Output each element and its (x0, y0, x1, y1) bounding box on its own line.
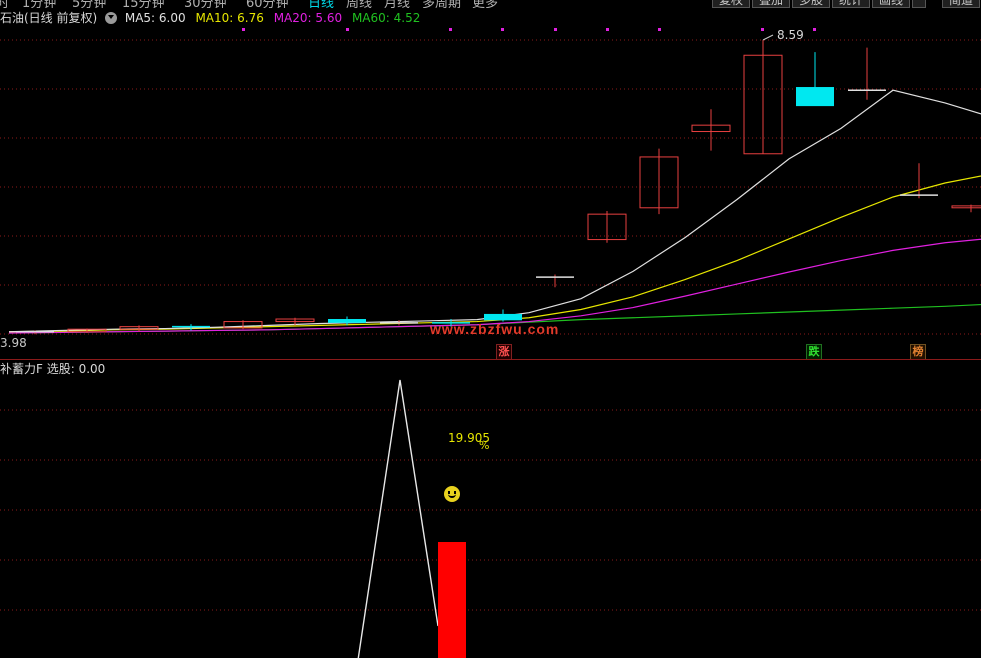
signal-dot (658, 28, 661, 31)
ma10-line (8, 175, 981, 333)
indicator-bar (438, 542, 466, 658)
signal-dot (761, 28, 764, 31)
candle-body-down (796, 87, 834, 107)
smiley-icon (444, 486, 460, 502)
indicator-chart[interactable] (0, 360, 981, 658)
signal-dot (501, 28, 504, 31)
candle-body-down (484, 313, 522, 321)
signal-dot (606, 28, 609, 31)
die-badge[interactable]: 跌 (806, 344, 822, 360)
zhang-badge[interactable]: 涨 (496, 344, 512, 360)
high-pointer (762, 34, 774, 41)
signal-dot (346, 28, 349, 31)
price-chart[interactable]: 8.59 (0, 0, 981, 350)
signal-dot (813, 28, 816, 31)
ma5-line (8, 89, 981, 333)
signal-dot (554, 28, 557, 31)
candle-body-down (328, 319, 366, 323)
price-low-label: 3.98 (0, 336, 27, 350)
bang-badge[interactable]: 榜 (910, 344, 926, 360)
indicator-line (357, 379, 439, 658)
indicator-unit-label: % (479, 439, 490, 452)
watermark-text: www.zbzfwu.com (430, 321, 560, 337)
signal-dot (242, 28, 245, 31)
price-high-label: 8.59 (777, 28, 804, 42)
signal-dot (449, 28, 452, 31)
candle-body-up (951, 205, 981, 209)
